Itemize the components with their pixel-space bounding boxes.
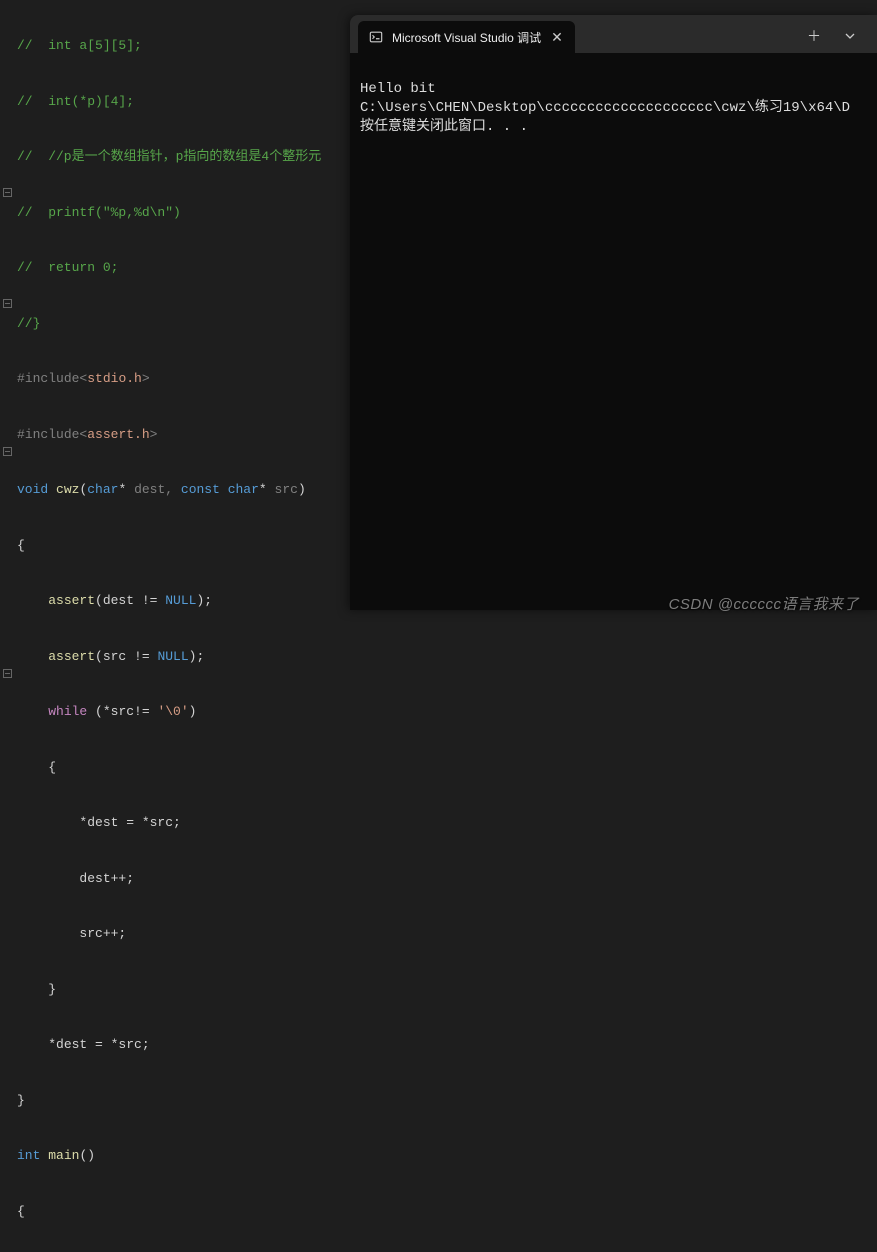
new-tab-button[interactable]: ＋ [797, 20, 831, 52]
editor-gutter [0, 0, 15, 626]
fold-toggle-icon[interactable] [3, 447, 12, 456]
code-text: // int a[5][5]; [17, 38, 142, 53]
code-text: // int(*p)[4]; [17, 94, 134, 109]
watermark: CSDN @cccccc语言我来了 [669, 593, 859, 614]
terminal-output[interactable]: Hello bit C:\Users\CHEN\Desktop\cccccccc… [350, 53, 877, 164]
terminal-tab-title: Microsoft Visual Studio 调试 [392, 29, 541, 46]
fold-toggle-icon[interactable] [3, 299, 12, 308]
code-editor[interactable]: // int a[5][5]; // int(*p)[4]; // //p是一个… [0, 0, 350, 626]
code-area[interactable]: // int a[5][5]; // int(*p)[4]; // //p是一个… [15, 0, 350, 1252]
terminal-tab[interactable]: Microsoft Visual Studio 调试 ✕ [358, 21, 575, 53]
code-text: // //p是一个数组指针，p指向的数组是4个整形元 [17, 149, 321, 164]
terminal-line: Hello bit [360, 81, 436, 97]
terminal-titlebar[interactable]: Microsoft Visual Studio 调试 ✕ ＋ [350, 15, 877, 53]
fold-toggle-icon[interactable] [3, 188, 12, 197]
terminal-line: 按任意键关闭此窗口. . . [360, 119, 528, 135]
fold-toggle-icon[interactable] [3, 669, 12, 678]
terminal-window: Microsoft Visual Studio 调试 ✕ ＋ Hello bit… [350, 15, 877, 610]
code-text: //} [17, 316, 40, 331]
terminal-icon [368, 29, 384, 45]
terminal-line: C:\Users\CHEN\Desktop\cccccccccccccccccc… [360, 100, 850, 116]
code-text: // return 0; [17, 260, 118, 275]
code-text: // printf("%p,%d\n") [17, 205, 181, 220]
close-icon[interactable]: ✕ [549, 29, 565, 46]
tab-dropdown-button[interactable] [833, 20, 867, 52]
